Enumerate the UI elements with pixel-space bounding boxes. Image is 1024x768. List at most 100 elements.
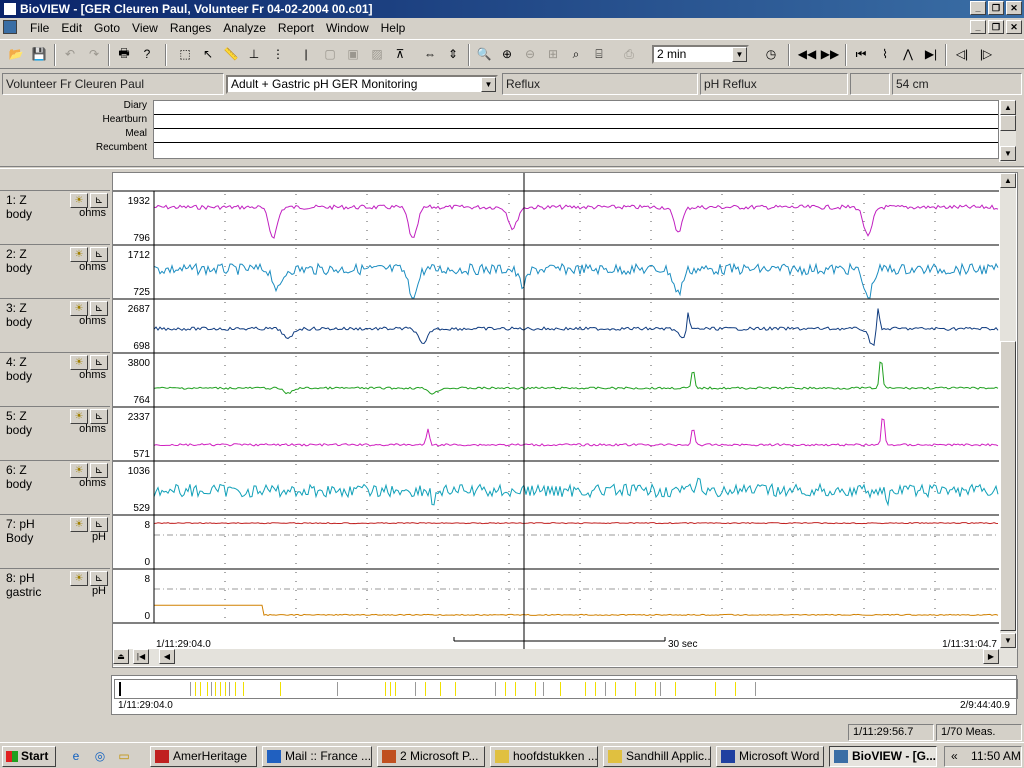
zoom-region-icon[interactable]: ⌕ (566, 44, 586, 64)
go-next-icon[interactable]: ▶| (921, 44, 941, 64)
hatch-icon[interactable]: ▨ (367, 44, 387, 64)
plot-vertical-scrollbar[interactable]: ▲ ▼ (999, 173, 1016, 649)
chevron-down-icon[interactable]: ▼ (732, 47, 747, 62)
minimize-button[interactable]: _ (970, 1, 986, 15)
document-icon[interactable] (3, 20, 17, 34)
marker-icon[interactable]: ⊼ (390, 44, 410, 64)
step-forward-icon[interactable]: |▷ (976, 44, 996, 64)
menu-analyze[interactable]: Analyze (217, 21, 272, 35)
task-sandhill[interactable]: Sandhill Applic... (603, 746, 711, 767)
zoom-fit-icon[interactable]: ⌸ (589, 44, 609, 64)
scroll-down-icon[interactable]: ▼ (1000, 633, 1016, 648)
overview-bar[interactable] (114, 679, 1018, 699)
print-preview-icon[interactable]: ⎙ (619, 44, 639, 64)
scroll-up-icon[interactable]: ▲ (1000, 173, 1016, 188)
menu-view[interactable]: View (126, 21, 164, 35)
expand-horizontal-icon[interactable]: ⇔ (420, 44, 440, 64)
channel-label[interactable]: 3: Zbody ☀ ⊾ ohms (0, 298, 110, 352)
analyze-event-icon[interactable]: ⋀ (898, 44, 918, 64)
app-icon[interactable] (3, 2, 17, 16)
task-bioview[interactable]: BioVIEW - [G... (829, 746, 937, 767)
axis-icon[interactable]: ⊾ (90, 247, 108, 262)
menu-help[interactable]: Help (375, 21, 412, 35)
scroll-thumb[interactable] (1000, 341, 1016, 631)
internet-explorer-icon[interactable]: e (68, 748, 84, 764)
lightbulb-icon[interactable]: ☀ (70, 247, 88, 262)
tray-expand-icon[interactable]: « (951, 749, 958, 763)
pointer-icon[interactable]: ↖ (198, 44, 218, 64)
help-pointer-icon[interactable]: ? (137, 44, 157, 64)
grid-icon[interactable]: ⋮ (268, 44, 288, 64)
channel-label[interactable]: 1: Zbody ☀ ⊾ ohms (0, 190, 110, 244)
task-amerheritage[interactable]: AmerHeritage (150, 746, 257, 767)
axis-icon[interactable]: ⊾ (90, 463, 108, 478)
task-powerpoint[interactable]: 2 Microsoft P... (377, 746, 485, 767)
channel-label[interactable]: 7: pH Body ☀ ⊾ pH (0, 514, 110, 568)
rewind-icon[interactable]: ◀◀ (797, 44, 817, 64)
explorer-icon[interactable]: ▭ (116, 748, 132, 764)
scroll-thumb[interactable] (1000, 115, 1016, 131)
measure-icon[interactable]: ⊥ (244, 44, 264, 64)
lightbulb-icon[interactable]: ☀ (70, 517, 88, 532)
task-hoofdstukken[interactable]: hoofdstukken ... (490, 746, 598, 767)
menu-ranges[interactable]: Ranges (164, 21, 217, 35)
menu-edit[interactable]: Edit (55, 21, 88, 35)
start-button[interactable]: Start (2, 746, 56, 767)
menu-report[interactable]: Report (272, 21, 320, 35)
zoom-plus-icon[interactable]: ⊞ (543, 44, 563, 64)
overview-position-marker[interactable] (119, 682, 121, 696)
doc-restore-button[interactable]: ❐ (988, 20, 1004, 34)
print-icon[interactable]: 🖶 (114, 44, 134, 64)
previous-event-icon[interactable]: ⌇ (875, 44, 895, 64)
overview-timeline[interactable]: 1/11:29:04.0 2/9:44:40.9 (111, 675, 1018, 715)
task-word[interactable]: Microsoft Word (716, 746, 824, 767)
cursor-line-icon[interactable]: | (296, 44, 316, 64)
zoom-icon[interactable]: 🔍 (474, 44, 494, 64)
axis-icon[interactable]: ⊾ (90, 409, 108, 424)
outlook-icon[interactable]: ◎ (92, 748, 108, 764)
scroll-left-end-icon[interactable]: |◀ (133, 649, 149, 664)
lightbulb-icon[interactable]: ☀ (70, 463, 88, 478)
time-scale-select[interactable]: 2 min ▼ (652, 45, 749, 64)
channel-label[interactable]: 8: pH gastric ☀ ⊾ pH (0, 568, 110, 622)
ruler-icon[interactable]: 📏 (221, 44, 241, 64)
protocol-select[interactable]: Adult + Gastric pH GER Monitoring ▼ (226, 75, 498, 94)
axis-icon[interactable]: ⊾ (90, 517, 108, 532)
channel-label[interactable]: 6: Zbody ☀ ⊾ ohms (0, 460, 110, 514)
scroll-down-icon[interactable]: ▼ (1000, 146, 1016, 161)
zoom-in-icon[interactable]: ⊕ (497, 44, 517, 64)
panel-divider[interactable] (0, 166, 1024, 169)
restore-button[interactable]: ❐ (988, 1, 1004, 15)
lightbulb-icon[interactable]: ☀ (70, 193, 88, 208)
lightbulb-icon[interactable]: ☀ (70, 301, 88, 316)
event-track-area[interactable] (153, 100, 999, 159)
menu-file[interactable]: File (24, 21, 55, 35)
fast-forward-icon[interactable]: ▶▶ (820, 44, 840, 64)
open-folder-icon[interactable]: 📂 (6, 44, 26, 64)
zoom-out-icon[interactable]: ⊖ (520, 44, 540, 64)
scroll-right-icon[interactable]: ▶ (983, 649, 999, 664)
step-back-icon[interactable]: ◁| (952, 44, 972, 64)
menu-goto[interactable]: Goto (88, 21, 126, 35)
axis-icon[interactable]: ⊾ (90, 301, 108, 316)
task-mail[interactable]: Mail :: France ... (262, 746, 372, 767)
axis-icon[interactable]: ⊾ (90, 571, 108, 586)
scroll-up-icon[interactable]: ▲ (1000, 100, 1016, 115)
chevron-down-icon[interactable]: ▼ (481, 77, 496, 92)
axis-icon[interactable]: ⊾ (90, 193, 108, 208)
go-first-icon[interactable]: ⏮ (851, 44, 871, 64)
lightbulb-icon[interactable]: ☀ (70, 409, 88, 424)
channel-label[interactable]: 2: Zbody ☀ ⊾ ohms (0, 244, 110, 298)
select-region-icon[interactable]: ⬚ (175, 44, 195, 64)
save-icon[interactable]: 💾 (29, 44, 49, 64)
expand-vertical-icon[interactable]: ⇕ (443, 44, 463, 64)
menu-window[interactable]: Window (320, 21, 375, 35)
doc-minimize-button[interactable]: _ (970, 20, 986, 34)
event-box-icon[interactable]: ▢ (320, 44, 340, 64)
close-button[interactable]: ✕ (1006, 1, 1022, 15)
scroll-left-icon[interactable]: ◀ (159, 649, 175, 664)
channel-label[interactable]: 5: Zbody ☀ ⊾ ohms (0, 406, 110, 460)
tracing-plot[interactable]: 1932 796 1712 725 2687 698 3800 764 2337 571 1036 5… (112, 172, 1018, 668)
channel-label[interactable]: 4: Zbody ☀ ⊾ ohms (0, 352, 110, 406)
axis-icon[interactable]: ⊾ (90, 355, 108, 370)
